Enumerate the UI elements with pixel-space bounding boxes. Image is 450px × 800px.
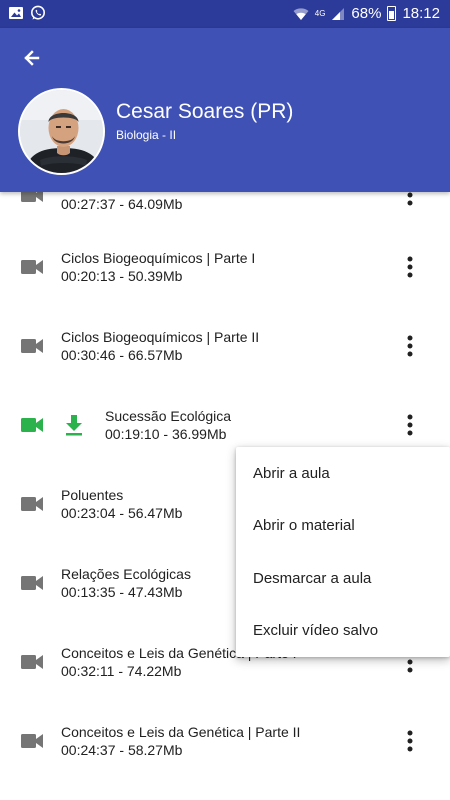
status-bar: 4G 68% 18:12: [0, 0, 450, 28]
lesson-meta: 00:13:35 - 47.43Mb: [61, 584, 183, 600]
more-vert-icon[interactable]: [398, 192, 422, 209]
lesson-meta: 00:20:13 - 50.39Mb: [61, 268, 183, 284]
lesson-meta: 00:19:10 - 36.99Mb: [105, 426, 227, 442]
lesson-title: Ciclos Biogeoquímicos | Parte I: [61, 250, 256, 266]
lesson-title: Conceitos e Leis da Genética | Parte II: [61, 724, 301, 740]
teacher-name: Cesar Soares (PR): [116, 100, 294, 123]
menu-item-delete-saved-video[interactable]: Excluir vídeo salvo: [236, 605, 450, 658]
video-camera-icon: [21, 497, 43, 511]
course-name: Biologia - II: [116, 128, 177, 142]
lesson-options-menu: Abrir a aula Abrir o material Desmarcar …: [236, 447, 450, 657]
more-vert-icon[interactable]: [398, 332, 422, 360]
video-camera-icon: [21, 734, 43, 748]
system-status: 4G 68% 18:12: [293, 5, 440, 22]
menu-item-open-lesson[interactable]: Abrir a aula: [236, 447, 450, 500]
lesson-title: Relações Ecológicas: [61, 566, 191, 582]
menu-item-unmark-lesson[interactable]: Desmarcar a aula: [236, 552, 450, 605]
lesson-meta: 00:27:37 - 64.09Mb: [61, 196, 183, 212]
avatar: [18, 88, 105, 175]
video-camera-icon: [21, 576, 43, 590]
profile-header: Cesar Soares (PR) Biologia - II: [0, 28, 450, 192]
video-camera-icon: [21, 655, 43, 669]
network-type: 4G: [314, 8, 326, 18]
wifi-icon: [293, 7, 309, 20]
video-camera-icon: [21, 418, 43, 432]
more-vert-icon[interactable]: [398, 727, 422, 755]
lesson-row[interactable]: Ciclos Biogeoquímicos | Parte I 00:20:13…: [0, 228, 450, 307]
more-vert-icon[interactable]: [398, 411, 422, 439]
whatsapp-icon: [31, 5, 45, 20]
battery-percent: 68%: [351, 5, 382, 22]
lesson-title: Sucessão Ecológica: [105, 408, 232, 424]
lesson-meta: 00:24:37 - 58.27Mb: [61, 742, 183, 758]
image-icon: [9, 7, 23, 19]
clock: 18:12: [402, 5, 440, 22]
more-vert-icon[interactable]: [398, 253, 422, 281]
battery-icon: [387, 6, 397, 21]
lesson-title: Poluentes: [61, 487, 124, 503]
lesson-row[interactable]: Ciclos Biogeoquímicos | Parte II 00:30:4…: [0, 307, 450, 386]
lesson-meta: 00:32:11 - 74.22Mb: [61, 663, 182, 679]
lesson-row[interactable]: Conceitos e Leis da Genética | Parte II …: [0, 702, 450, 781]
downloaded-icon: [66, 415, 82, 436]
lesson-title: Ciclos Biogeoquímicos | Parte II: [61, 329, 260, 345]
lesson-meta: 00:23:04 - 56.47Mb: [61, 505, 183, 521]
back-arrow-icon[interactable]: [16, 42, 48, 74]
notification-icons: [8, 5, 46, 21]
video-camera-icon: [21, 260, 43, 274]
teacher-photo: [20, 90, 103, 173]
video-camera-icon: [21, 339, 43, 353]
menu-item-open-material[interactable]: Abrir o material: [236, 500, 450, 553]
signal-icon: [332, 7, 345, 20]
lesson-meta: 00:30:46 - 66.57Mb: [61, 347, 183, 363]
video-camera-icon: [21, 192, 43, 202]
